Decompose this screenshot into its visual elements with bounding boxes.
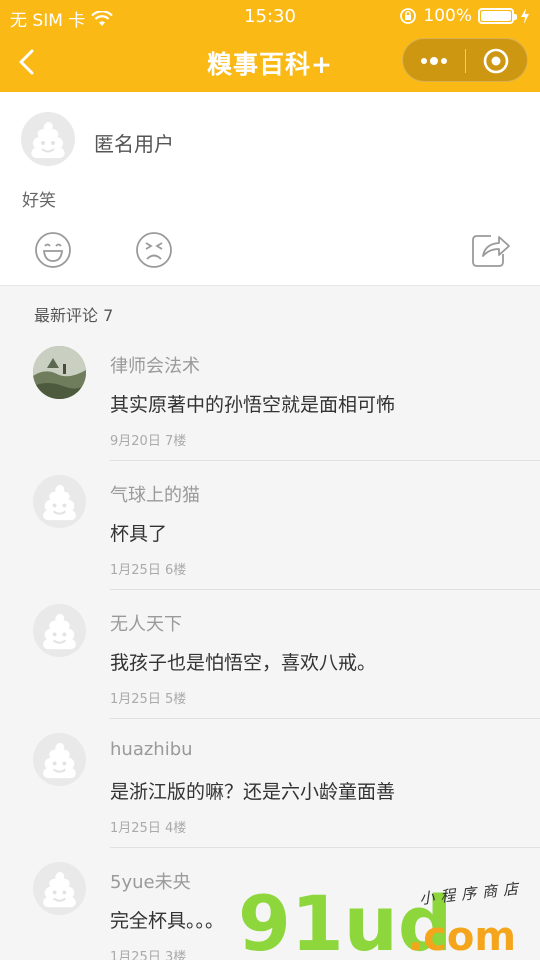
- poop-avatar-icon: [31, 122, 65, 158]
- comment-text: 是浙江版的嘛？还是六小龄童面善: [110, 781, 396, 803]
- dislike-button[interactable]: [134, 230, 174, 270]
- laugh-button[interactable]: [33, 230, 73, 270]
- target-circle-icon: [483, 48, 509, 74]
- comment-divider: [110, 718, 540, 719]
- rotation-lock-icon: [400, 8, 417, 24]
- comment-floor: 6楼: [164, 563, 187, 578]
- comment-date: 1月25日: [110, 821, 161, 836]
- default-avatar[interactable]: [33, 475, 86, 528]
- default-avatar[interactable]: [33, 733, 86, 786]
- comment-author[interactable]: 气球上的猫: [110, 481, 200, 507]
- default-avatar[interactable]: [33, 604, 86, 657]
- comment-text: 杯具了: [110, 523, 168, 545]
- user-avatar-photo[interactable]: [33, 346, 86, 399]
- comment-divider: [110, 847, 540, 848]
- comment-author[interactable]: huazhibu: [110, 739, 193, 760]
- poop-avatar-icon: [43, 871, 76, 908]
- more-dots-icon: [421, 57, 447, 65]
- comment-item: 5yue未央 完全杯具。。。 1月25日 3楼: [0, 862, 540, 960]
- poop-avatar-icon: [43, 742, 76, 779]
- poop-avatar-icon: [43, 484, 76, 521]
- comment-meta: 1月25日 4楼: [110, 817, 186, 836]
- comment-text: 我孩子也是怕悟空，喜欢八戒。: [110, 652, 377, 674]
- post-card: 匿名用户 好笑: [0, 92, 540, 286]
- comment-author[interactable]: 律师会法术: [110, 352, 200, 378]
- share-button[interactable]: [469, 230, 510, 270]
- battery-icon: [478, 8, 517, 24]
- comment-text: 完全杯具。。。: [110, 910, 225, 932]
- comment-text: 其实原著中的孙悟空就是面相可怖: [110, 394, 396, 416]
- comment-date: 1月25日: [110, 950, 161, 960]
- nav-bar: 糗事百科+: [0, 32, 540, 92]
- more-button[interactable]: [403, 39, 465, 83]
- comment-meta: 1月25日 5楼: [110, 688, 186, 707]
- close-mini-program-button[interactable]: [465, 39, 527, 83]
- back-button[interactable]: [10, 44, 46, 80]
- post-content: 好笑: [22, 191, 56, 211]
- comments-header: 最新评论 7: [34, 306, 114, 325]
- comment-meta: 9月20日 7楼: [110, 430, 186, 449]
- status-right: 100%: [399, 6, 530, 26]
- share-icon: [472, 235, 510, 267]
- battery-percent: 100%: [423, 6, 472, 26]
- comment-item: 无人天下 我孩子也是怕悟空，喜欢八戒。 1月25日 5楼: [0, 604, 540, 733]
- comment-item: 气球上的猫 杯具了 1月25日 6楼: [0, 475, 540, 604]
- sad-face-icon: [136, 232, 172, 268]
- chevron-left-icon: [19, 49, 34, 75]
- comment-floor: 5楼: [164, 692, 187, 707]
- comment-floor: 3楼: [164, 950, 187, 960]
- post-author: 匿名用户: [94, 132, 174, 156]
- default-avatar[interactable]: [33, 862, 86, 915]
- comment-floor: 7楼: [164, 434, 187, 449]
- comment-author[interactable]: 5yue未央: [110, 868, 191, 894]
- comment-item: huazhibu 是浙江版的嘛？还是六小龄童面善 1月25日 4楼: [0, 733, 540, 862]
- mini-program-capsule: [402, 38, 528, 82]
- comment-author[interactable]: 无人天下: [110, 610, 182, 636]
- poop-avatar-icon: [43, 613, 76, 650]
- comment-divider: [110, 589, 540, 590]
- charging-icon: [521, 8, 529, 24]
- comment-date: 1月25日: [110, 563, 161, 578]
- comment-date: 9月20日: [110, 434, 161, 449]
- comment-item: 律师会法术 其实原著中的孙悟空就是面相可怖 9月20日 7楼: [0, 346, 540, 475]
- comment-meta: 1月25日 6楼: [110, 559, 186, 578]
- comment-divider: [110, 460, 540, 461]
- landscape-photo-icon: [33, 346, 86, 399]
- anonymous-avatar: [21, 112, 75, 166]
- comment-meta: 1月25日 3楼: [110, 946, 186, 960]
- battery-fill: [481, 11, 511, 21]
- laugh-face-icon: [35, 232, 71, 268]
- status-bar: 无 SIM 卡 15:30 100%: [0, 0, 540, 32]
- comment-date: 1月25日: [110, 692, 161, 707]
- comment-floor: 4楼: [164, 821, 187, 836]
